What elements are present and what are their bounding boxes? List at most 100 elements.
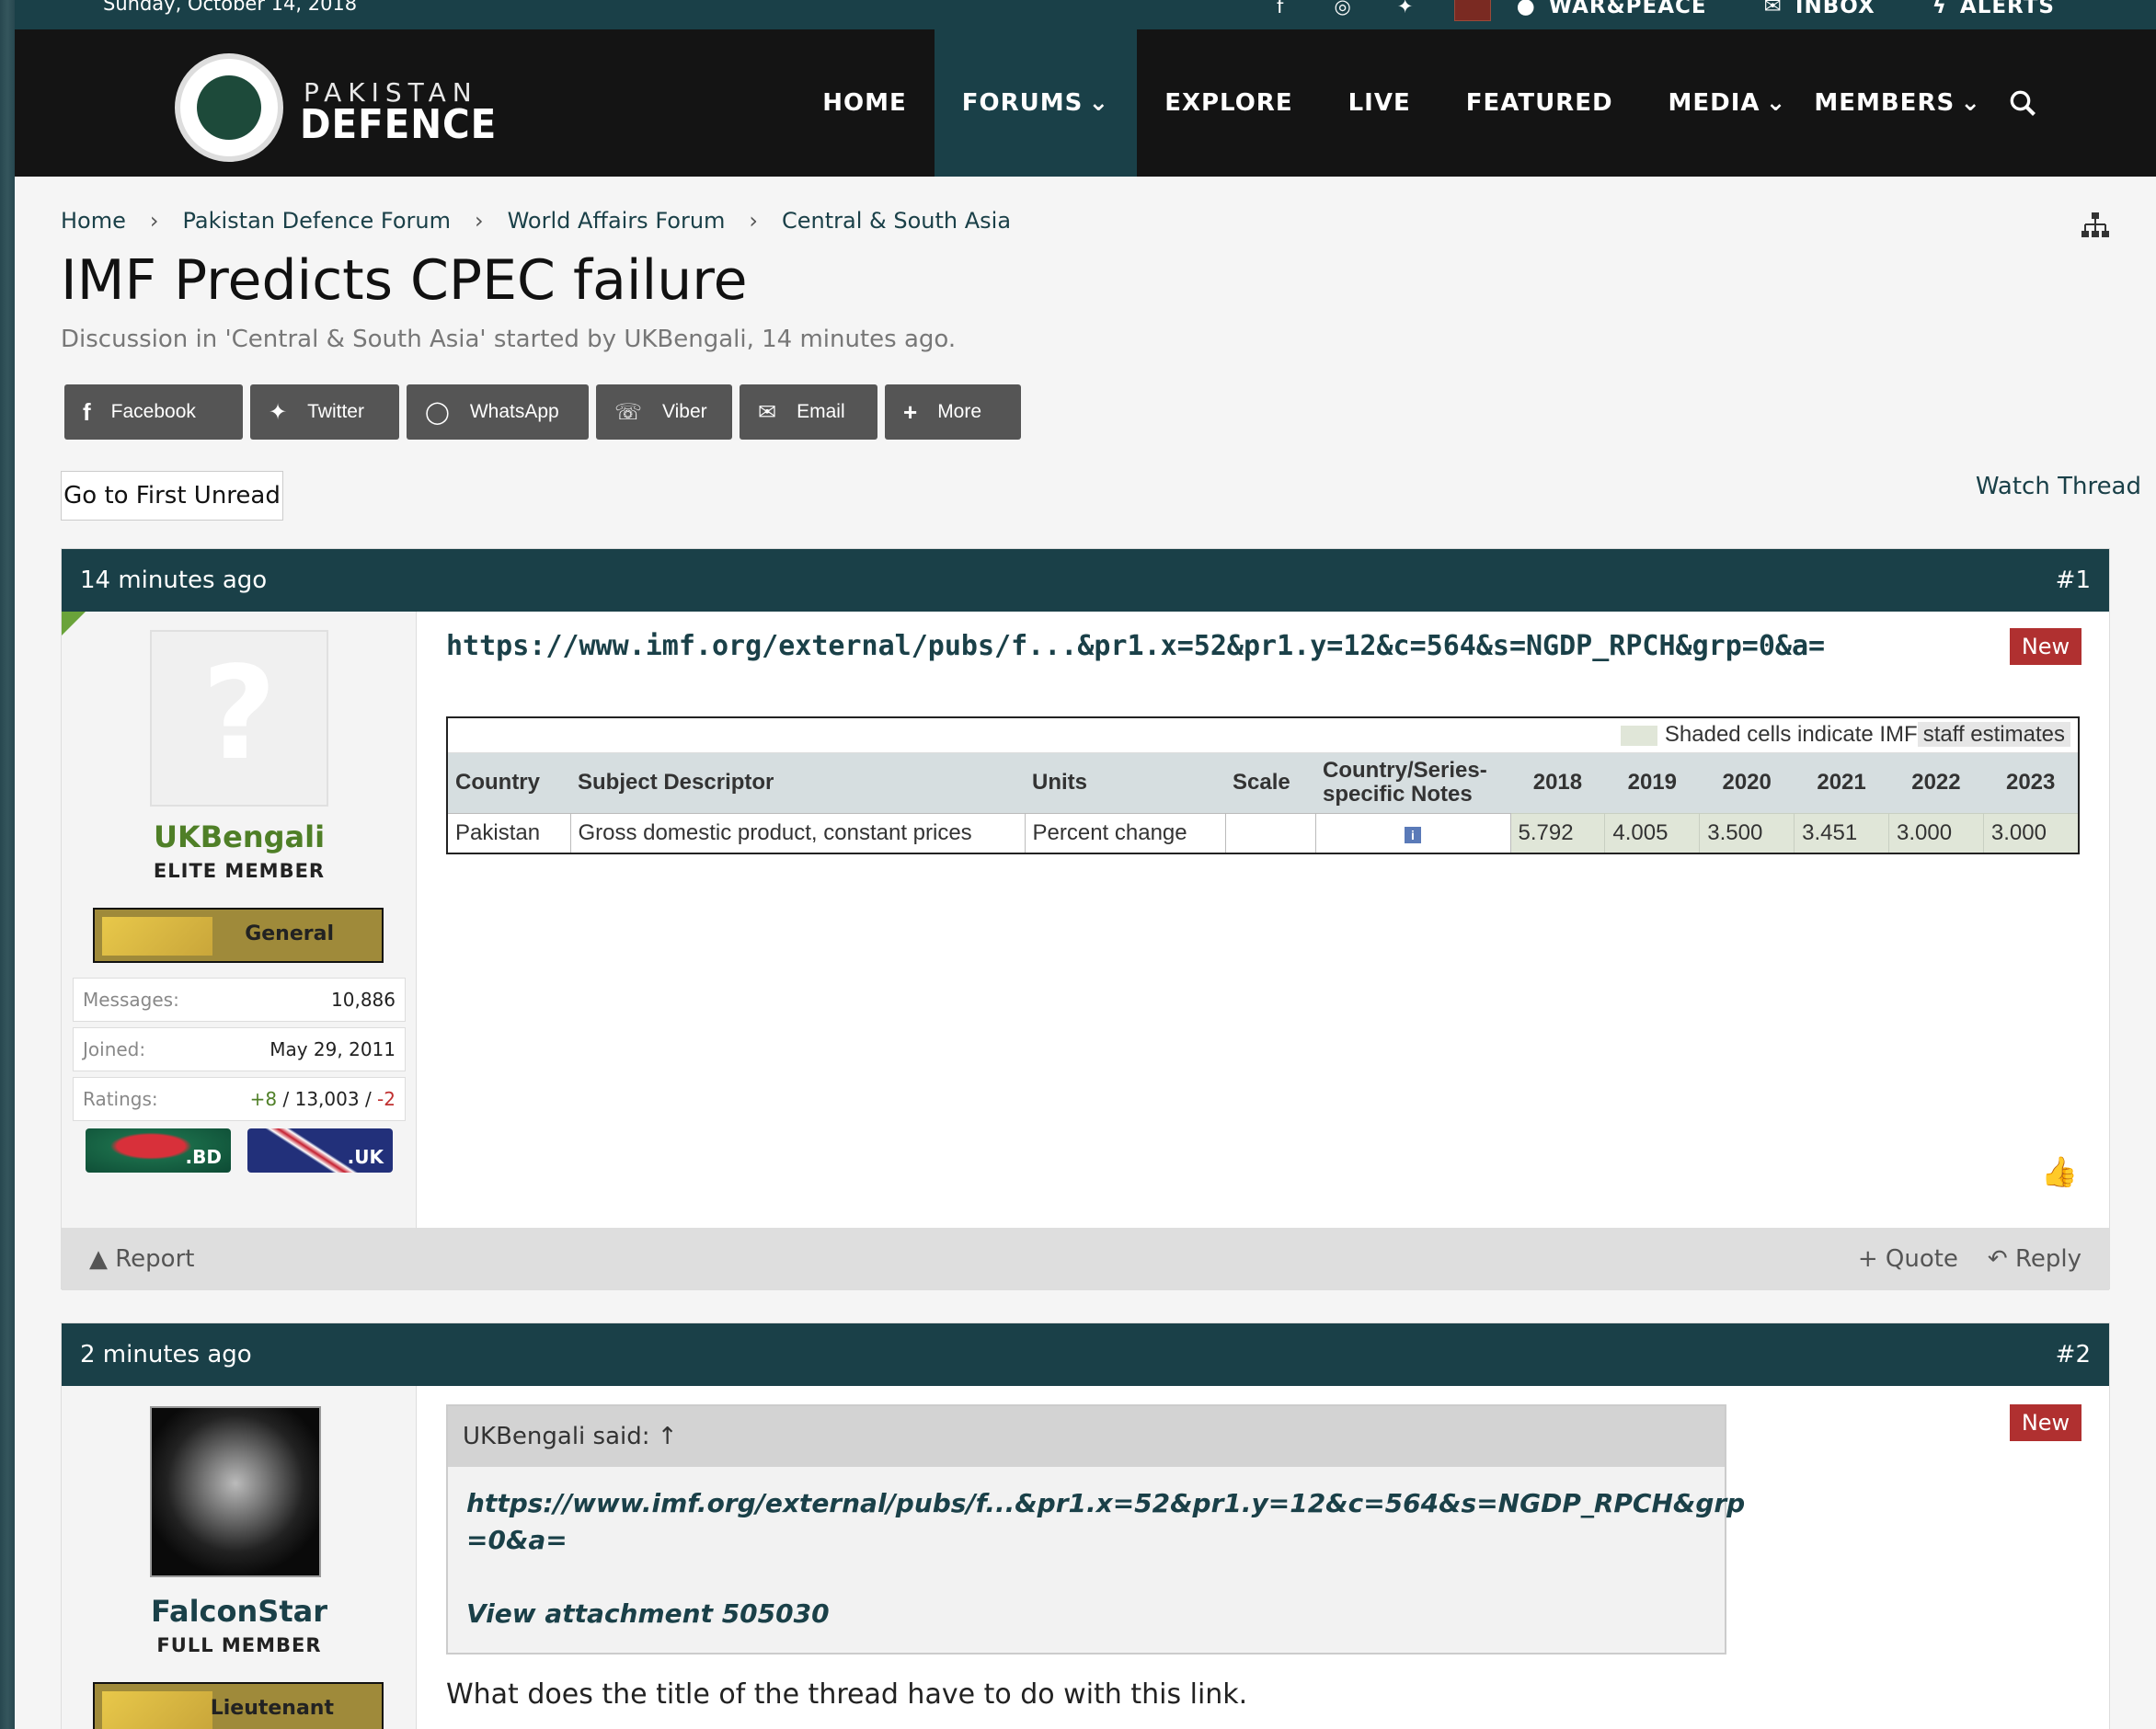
post-number[interactable]: #2 bbox=[2056, 1341, 2091, 1368]
flag-uk: .UK bbox=[247, 1128, 393, 1173]
watch-thread-link[interactable]: Watch Thread bbox=[1976, 473, 2141, 500]
breadcrumb-forum[interactable]: Pakistan Defence Forum bbox=[182, 208, 450, 234]
site-logo[interactable]: PAKISTAN DEFENCE bbox=[158, 37, 496, 175]
envelope-icon: ✉ bbox=[758, 399, 777, 425]
share-viber-button[interactable]: ☏ Viber bbox=[596, 384, 732, 440]
new-badge: New bbox=[2010, 628, 2081, 665]
avatar[interactable]: ? bbox=[150, 630, 328, 807]
quote-link-line-2[interactable]: =0&a= bbox=[466, 1522, 568, 1559]
share-more-button[interactable]: + More bbox=[885, 384, 1021, 440]
breadcrumb-separator: › bbox=[149, 208, 159, 234]
quote-block: UKBengali said: ↑ https://www.imf.org/ex… bbox=[446, 1404, 1745, 1655]
post-time[interactable]: 14 minutes ago bbox=[80, 567, 267, 594]
breadcrumb-central-south-asia[interactable]: Central & South Asia bbox=[782, 208, 1011, 234]
rank-banner: Lieutenant bbox=[93, 1682, 384, 1729]
thumbs-up-icon[interactable]: 👍 bbox=[2041, 1154, 2078, 1189]
reply-button[interactable]: ↶ Reply bbox=[1988, 1245, 2081, 1273]
col-header: 2020 bbox=[1699, 752, 1795, 813]
stat-ratings: Ratings: +8 / 13,003 / -2 bbox=[73, 1077, 406, 1121]
rank-insignia-icon bbox=[102, 1691, 212, 1729]
top-bar: Sunday, October 14, 2018 f ◎ ✦ ● WAR&PEAC… bbox=[15, 0, 2156, 29]
col-header: 2018 bbox=[1510, 752, 1605, 813]
top-bar-links: f ◎ ✦ ● WAR&PEACE ✉ INBOX ϟ ALERTS bbox=[1267, 0, 2156, 21]
nav-media[interactable]: MEDIA ⌄ bbox=[1641, 29, 1796, 177]
logo-text-bottom: DEFENCE bbox=[300, 101, 498, 148]
breadcrumb-separator: › bbox=[749, 208, 759, 234]
quote-button[interactable]: + Quote bbox=[1858, 1245, 1958, 1273]
user-title: FULL MEMBER bbox=[156, 1634, 322, 1656]
chevron-down-icon: ⌄ bbox=[1088, 89, 1110, 117]
flag-bd: .BD bbox=[86, 1128, 231, 1173]
table-cell: 4.005 bbox=[1604, 812, 1701, 854]
instagram-icon[interactable]: ◎ bbox=[1329, 0, 1357, 17]
table-row: Pakistan Gross domestic product, constan… bbox=[446, 812, 2080, 854]
post-user-panel: FalconStar FULL MEMBER Lieutenant bbox=[62, 1386, 417, 1729]
breadcrumb: Home › Pakistan Defence Forum › World Affa… bbox=[61, 208, 1011, 234]
col-header: 2022 bbox=[1888, 752, 1984, 813]
table-legend: Shaded cells indicate IMF staff estimates bbox=[447, 717, 2079, 753]
war-peace-link[interactable]: ● WAR&PEACE bbox=[1517, 0, 1707, 18]
share-email-button[interactable]: ✉ Email bbox=[740, 384, 877, 440]
new-badge: New bbox=[2010, 1404, 2081, 1441]
share-twitter-button[interactable]: ✦ Twitter bbox=[250, 384, 399, 440]
share-whatsapp-button[interactable]: ◯ WhatsApp bbox=[407, 384, 589, 440]
chevron-down-icon: ⌄ bbox=[1960, 89, 1981, 117]
imf-link[interactable]: https://www.imf.org/external/pubs/f...&p… bbox=[446, 630, 1825, 662]
stat-joined: Joined: May 29, 2011 bbox=[73, 1027, 406, 1071]
table-cell: Percent change bbox=[1024, 812, 1226, 854]
post-time[interactable]: 2 minutes ago bbox=[80, 1341, 252, 1368]
envelope-icon: ✉ bbox=[1763, 0, 1783, 18]
post-header: 2 minutes ago #2 bbox=[62, 1323, 2109, 1386]
quote-header[interactable]: UKBengali said: ↑ bbox=[448, 1406, 1725, 1467]
facebook-icon[interactable]: f bbox=[1267, 0, 1294, 17]
post-text: What does the title of the thread have t… bbox=[446, 1678, 1248, 1711]
nav-home[interactable]: HOME bbox=[795, 29, 935, 177]
table-cell bbox=[1224, 812, 1316, 854]
stat-messages: Messages: 10,886 bbox=[73, 978, 406, 1022]
chevron-down-icon: ⌄ bbox=[1765, 89, 1787, 117]
post-header: 14 minutes ago #1 bbox=[62, 549, 2109, 612]
go-to-first-unread-button[interactable]: Go to First Unread bbox=[61, 471, 283, 521]
report-button[interactable]: ▲ Report bbox=[89, 1245, 194, 1273]
nav-members[interactable]: MEMBERS ⌄ bbox=[1795, 29, 1981, 177]
post-actions: + Quote ↶ Reply bbox=[1858, 1245, 2081, 1273]
share-facebook-button[interactable]: f Facebook bbox=[64, 384, 243, 440]
nav-live[interactable]: LIVE bbox=[1321, 29, 1439, 177]
shaded-swatch bbox=[1620, 725, 1657, 746]
page-content: Home › Pakistan Defence Forum › World Affa… bbox=[15, 177, 2156, 1729]
post-user-panel: ? UKBengali ELITE MEMBER General Message… bbox=[62, 612, 417, 1228]
nav-forums[interactable]: FORUMS ⌄ bbox=[934, 29, 1138, 177]
table-cell: Pakistan bbox=[446, 812, 571, 854]
user-avatar[interactable] bbox=[1453, 0, 1491, 21]
table-cell: 3.500 bbox=[1699, 812, 1795, 854]
logo-emblem bbox=[175, 53, 283, 162]
username[interactable]: UKBengali bbox=[62, 819, 417, 854]
rank-insignia-icon bbox=[102, 917, 212, 956]
username[interactable]: FalconStar bbox=[62, 1594, 417, 1629]
inbox-link[interactable]: ✉ INBOX bbox=[1764, 0, 1875, 18]
post-body: New UKBengali said: ↑ https://www.imf.or… bbox=[417, 1386, 2109, 1729]
search-icon bbox=[2010, 90, 2036, 116]
nav-featured[interactable]: FEATURED bbox=[1439, 29, 1641, 177]
twitter-icon: ✦ bbox=[269, 399, 288, 425]
info-icon[interactable]: i bbox=[1405, 826, 1421, 843]
alerts-link[interactable]: ϟ ALERTS bbox=[1932, 0, 2055, 18]
avatar[interactable] bbox=[150, 1406, 321, 1577]
col-header: 2019 bbox=[1604, 752, 1700, 813]
breadcrumb-world-affairs[interactable]: World Affairs Forum bbox=[508, 208, 726, 234]
table-cell: 5.792 bbox=[1509, 812, 1606, 854]
sitemap-icon[interactable] bbox=[2081, 212, 2110, 239]
table-cell: 3.000 bbox=[1982, 812, 2080, 854]
col-header: Subject Descriptor bbox=[570, 752, 1025, 813]
nav-explore[interactable]: EXPLORE bbox=[1137, 29, 1320, 177]
twitter-icon[interactable]: ✦ bbox=[1392, 0, 1419, 17]
share-buttons: f Facebook ✦ Twitter ◯ WhatsApp ☏ Viber ✉ Ema… bbox=[64, 384, 1021, 440]
whatsapp-icon: ◯ bbox=[425, 399, 450, 425]
breadcrumb-home[interactable]: Home bbox=[61, 208, 126, 234]
search-button[interactable] bbox=[1981, 29, 2064, 177]
table-legend-row: Shaded cells indicate IMF staff estimates bbox=[447, 717, 2079, 753]
quote-link-line-1[interactable]: https://www.imf.org/external/pubs/f...&p… bbox=[466, 1485, 1745, 1522]
post-number[interactable]: #1 bbox=[2056, 567, 2091, 594]
attachment-link[interactable]: View attachment 505030 bbox=[466, 1596, 830, 1632]
rank-banner: General bbox=[93, 908, 384, 963]
